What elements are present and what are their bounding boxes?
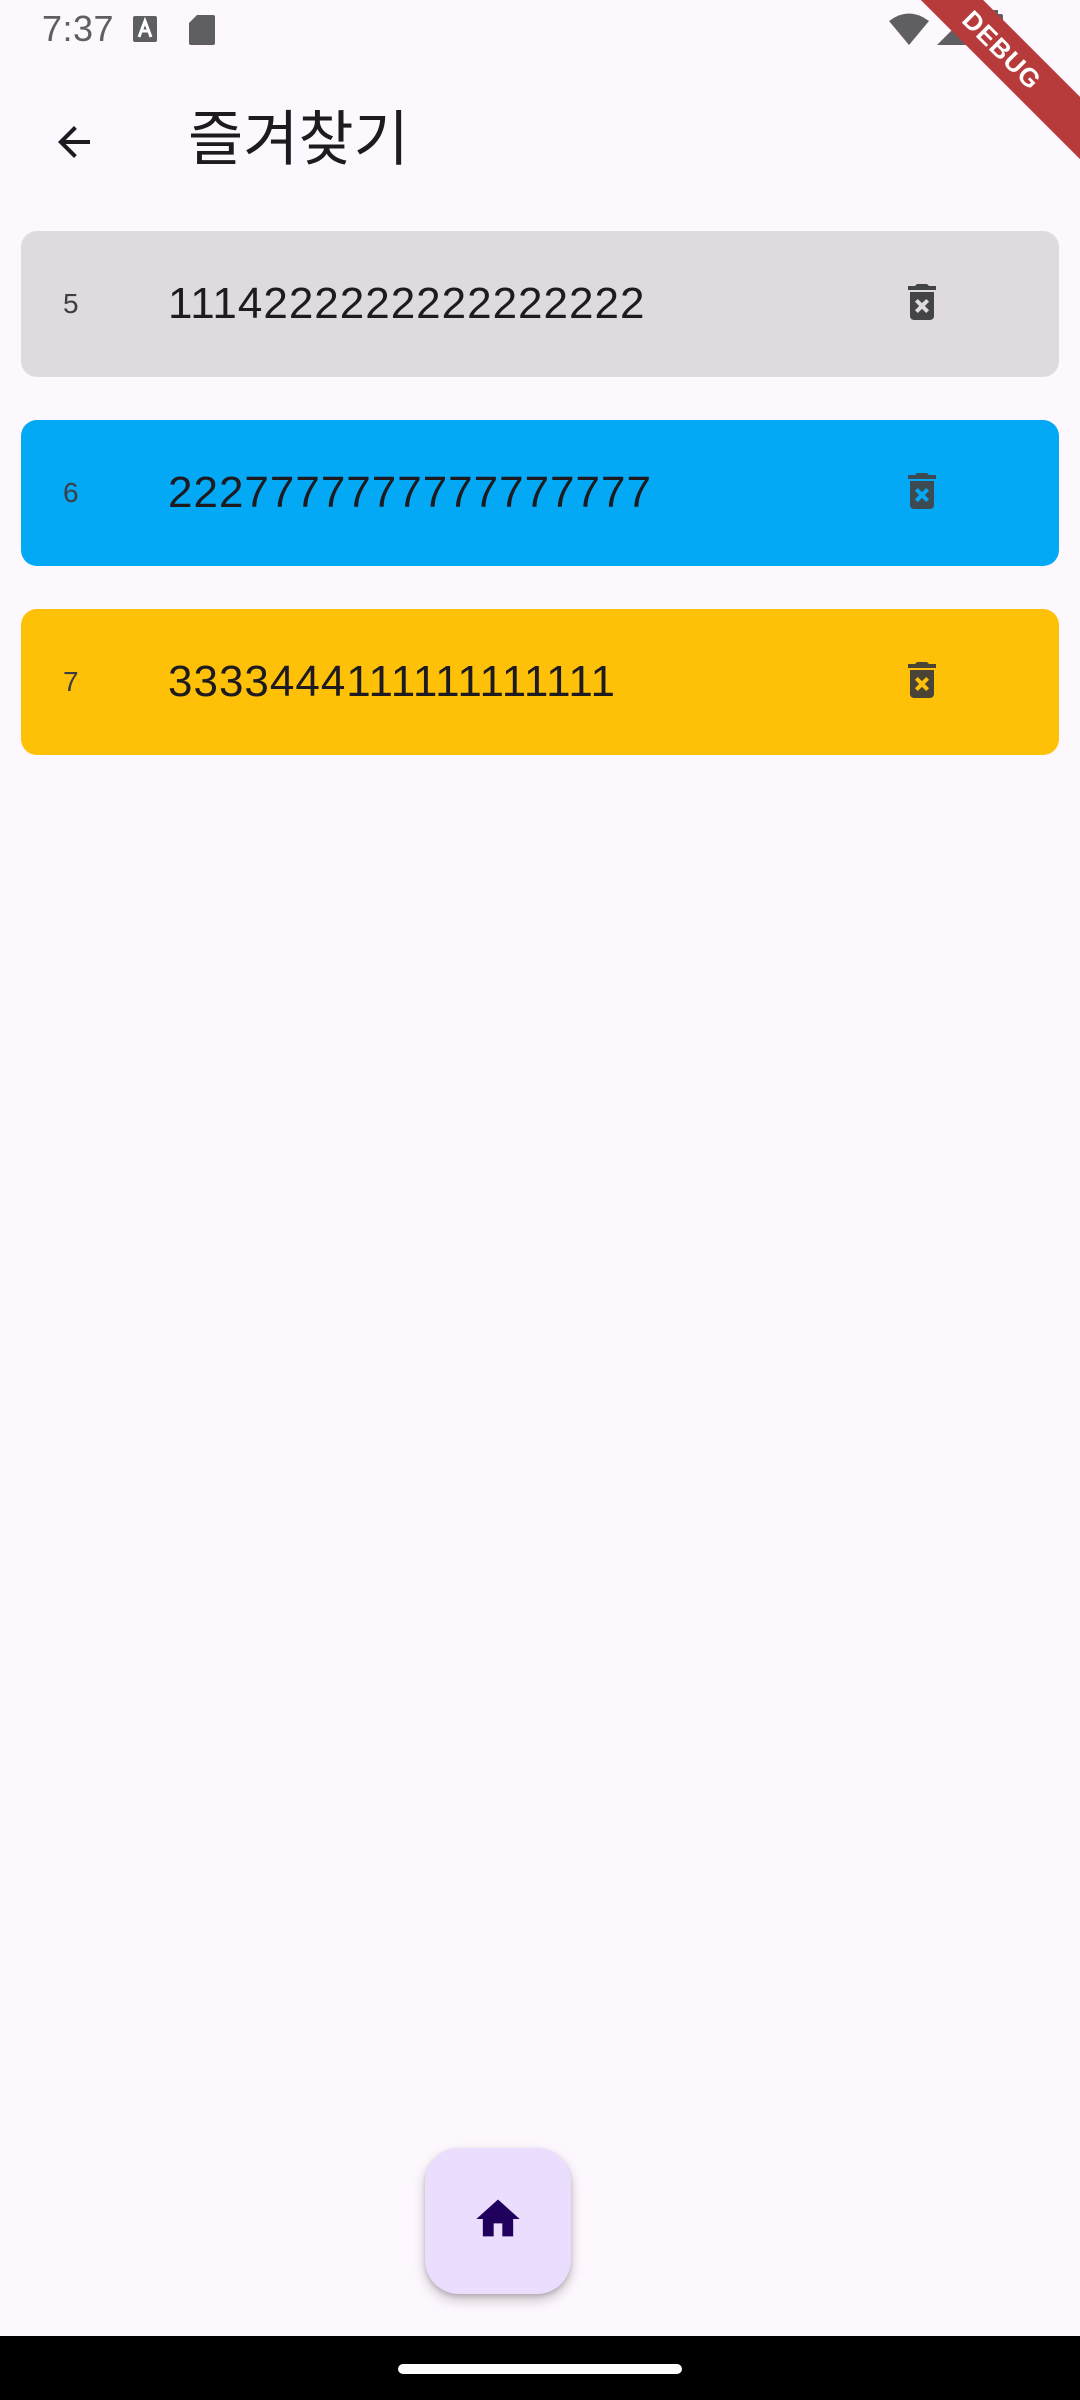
home-fab-button[interactable] <box>425 2148 571 2294</box>
favorite-id: 6 <box>63 477 79 508</box>
page-title: 즐겨찾기 <box>188 106 409 173</box>
delete-forever-icon <box>898 467 946 520</box>
app-bar: 즐겨찾기 <box>0 80 1080 200</box>
home-icon <box>472 2193 524 2250</box>
delete-forever-icon <box>898 656 946 709</box>
favorites-list: 5 1114222222222222222 6 2227777777777777… <box>21 231 1059 798</box>
favorite-item[interactable]: 7 3333444111111111111 <box>21 609 1059 755</box>
wifi-icon <box>888 12 930 51</box>
favorite-item[interactable]: 6 2227777777777777777 <box>21 420 1059 566</box>
sd-card-icon <box>188 14 216 51</box>
delete-button[interactable] <box>884 266 960 342</box>
favorite-value: 2227777777777777777 <box>168 468 652 517</box>
back-button[interactable] <box>32 102 116 186</box>
status-bar: 7:37 DEBUG <box>0 0 1080 172</box>
favorite-id: 5 <box>63 288 79 319</box>
delete-button[interactable] <box>884 455 960 531</box>
delete-forever-icon <box>898 278 946 331</box>
favorite-value: 3333444111111111111 <box>168 657 617 706</box>
favorite-id: 7 <box>63 666 79 697</box>
delete-button[interactable] <box>884 644 960 720</box>
arrow-back-icon <box>50 118 98 171</box>
favorite-value: 1114222222222222222 <box>168 279 646 328</box>
gesture-handle[interactable] <box>398 2364 682 2374</box>
system-nav-bar <box>0 2336 1080 2400</box>
favorite-item[interactable]: 5 1114222222222222222 <box>21 231 1059 377</box>
status-time: 7:37 <box>42 8 115 49</box>
a-notification-icon <box>132 14 158 49</box>
